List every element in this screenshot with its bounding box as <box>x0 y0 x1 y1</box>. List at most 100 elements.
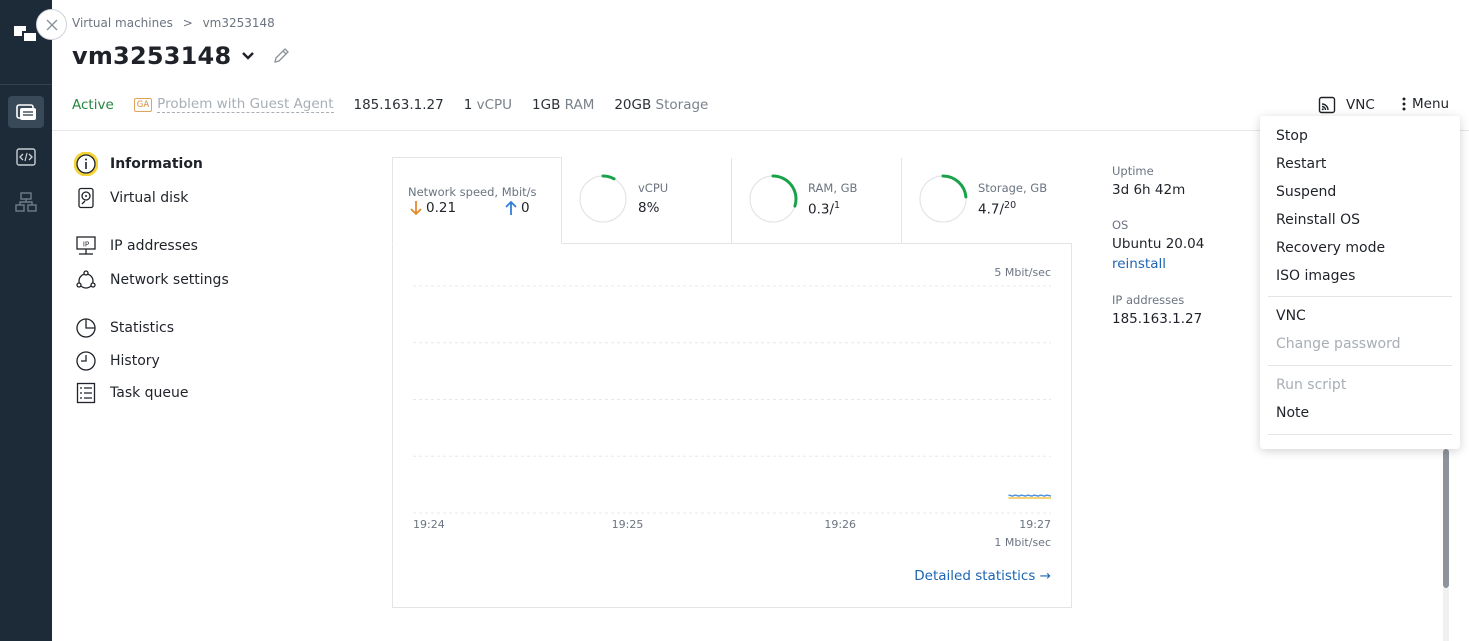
menu-divider <box>1268 434 1452 435</box>
scrollbar-track[interactable] <box>1443 588 1449 641</box>
close-panel-button[interactable] <box>36 9 67 40</box>
ram-gauge <box>749 174 798 223</box>
nav-item-ip-addresses[interactable]: IP IP addresses <box>74 234 198 258</box>
network-chart: 5 Mbit/sec 19:24 19:25 19:26 19:27 1 Mbit/s… <box>393 244 1071 607</box>
tab-vcpu[interactable]: vCPU 8% <box>562 158 732 244</box>
menu-item-suspend[interactable]: Suspend <box>1276 184 1336 200</box>
nav-item-statistics[interactable]: Statistics <box>74 316 174 340</box>
cpu-gauge <box>579 174 627 223</box>
vm-status-bar: Active GA Problem with Guest Agent 185.1… <box>72 96 728 113</box>
arrow-up-icon <box>505 200 517 215</box>
breadcrumb-current: vm3253148 <box>202 16 275 30</box>
menu-divider <box>1268 296 1452 297</box>
cast-icon <box>1318 96 1336 114</box>
chevron-down-icon[interactable] <box>241 51 255 61</box>
ip-address-value: 185.163.1.27 <box>1112 311 1203 327</box>
detailed-statistics-link[interactable]: Detailed statistics → <box>914 568 1051 584</box>
menu-button[interactable]: Menu <box>1402 96 1449 112</box>
chart-series-line <box>1008 494 1052 497</box>
vcpu-title: vCPU <box>638 181 669 195</box>
network-icon <box>76 270 96 289</box>
status-ip: 185.163.1.27 <box>353 96 444 113</box>
svg-text:IP: IP <box>83 241 89 249</box>
app-sidebar <box>0 0 52 641</box>
metrics-card: Network speed, Mbit/s 0.21 0 vCPU 8% RAM… <box>392 157 1072 608</box>
rail-code-button[interactable] <box>8 141 44 173</box>
cpu-gauge-arc <box>601 174 616 181</box>
edit-pencil-icon[interactable] <box>271 46 291 66</box>
nav-item-network-settings[interactable]: Network settings <box>74 268 229 292</box>
nav-item-information[interactable]: Information <box>74 152 203 176</box>
chart-y-top-label: 5 Mbit/sec <box>994 266 1051 279</box>
nav-label: Statistics <box>110 320 174 336</box>
nav-label: Task queue <box>110 385 189 401</box>
os-value: Ubuntu 20.04 <box>1112 236 1205 252</box>
uptime-label: Uptime <box>1112 164 1154 178</box>
page-title: vm3253148 <box>72 42 232 70</box>
os-label: OS <box>1112 218 1129 232</box>
vnc-label: VNC <box>1346 97 1375 113</box>
breadcrumb-separator: > <box>182 16 193 30</box>
vcpu-value: 8% <box>638 200 660 216</box>
menu-item-restart[interactable]: Restart <box>1276 156 1326 172</box>
storage-title: Storage, GB <box>978 181 1048 195</box>
nav-label: History <box>110 353 160 369</box>
status-badge: Active <box>72 96 114 113</box>
nav-item-virtual-disk[interactable]: Virtual disk <box>74 186 188 210</box>
breadcrumb-root-link[interactable]: Virtual machines <box>72 16 173 30</box>
ip-icon: IP <box>76 236 96 255</box>
rail-network-button[interactable] <box>8 186 44 218</box>
chart-x-tick-label: 19:24 <box>413 518 445 531</box>
rail-divider <box>0 84 52 85</box>
upload-speed: 0 <box>505 200 530 216</box>
menu-item-run-script: Run script <box>1276 377 1347 393</box>
list-icon <box>76 382 96 404</box>
vnc-button[interactable]: VNC <box>1318 96 1375 114</box>
close-icon <box>46 19 57 30</box>
tab-network-speed[interactable]: Network speed, Mbit/s 0.21 0 <box>392 157 562 244</box>
clock-icon <box>76 351 96 371</box>
menu-label: Menu <box>1412 96 1450 112</box>
title-row: vm3253148 <box>72 42 291 70</box>
storage-gauge <box>919 174 968 223</box>
rail-vm-button[interactable] <box>8 96 44 128</box>
nav-label: IP addresses <box>110 238 198 254</box>
ram-title: RAM, GB <box>808 181 858 195</box>
uptime-value: 3d 6h 42m <box>1112 182 1186 198</box>
menu-item-iso-images[interactable]: ISO images <box>1276 268 1355 284</box>
storage-gauge-arc <box>941 174 968 199</box>
menu-item-note[interactable]: Note <box>1276 405 1309 421</box>
disk-icon <box>78 187 94 209</box>
actions-dropdown-menu: Stop Restart Suspend Reinstall OS Recove… <box>1260 116 1460 449</box>
chart-x-tick-label: 19:26 <box>824 518 857 531</box>
server-icon <box>16 104 36 120</box>
nav-item-history[interactable]: History <box>74 349 160 373</box>
chart-x-tick-label: 19:27 <box>1019 518 1051 531</box>
menu-item-vnc[interactable]: VNC <box>1276 308 1306 324</box>
chart-plot <box>413 285 1052 514</box>
network-speed-title: Network speed, Mbit/s <box>408 185 537 199</box>
nav-label: Information <box>110 156 203 172</box>
menu-divider <box>1268 365 1452 366</box>
nav-item-task-queue[interactable]: Task queue <box>74 381 189 405</box>
ip-addresses-label: IP addresses <box>1112 293 1185 307</box>
tab-ram[interactable]: RAM, GB 0.3/1 <box>732 158 902 244</box>
header-divider <box>52 130 1469 131</box>
tab-storage[interactable]: Storage, GB 4.7/20 <box>902 158 1072 244</box>
kebab-menu-icon <box>1402 97 1406 111</box>
menu-item-stop[interactable]: Stop <box>1276 128 1308 144</box>
menu-item-reinstall-os[interactable]: Reinstall OS <box>1276 212 1360 228</box>
nav-label: Virtual disk <box>110 190 189 206</box>
status-storage: 20GB Storage <box>614 96 709 113</box>
reinstall-link[interactable]: reinstall <box>1112 256 1166 272</box>
scrollbar-thumb[interactable] <box>1443 449 1449 588</box>
guest-agent-warning[interactable]: Problem with Guest Agent <box>157 96 334 113</box>
chart-x-tick-label: 19:25 <box>611 518 644 531</box>
download-speed: 0.21 <box>410 200 456 216</box>
menu-item-recovery-mode[interactable]: Recovery mode <box>1276 240 1385 256</box>
code-icon <box>16 148 36 166</box>
status-ram: 1GB RAM <box>532 96 595 113</box>
guest-agent-badge: GA <box>133 97 153 112</box>
menu-item-change-password: Change password <box>1276 336 1401 352</box>
nav-label: Network settings <box>110 272 229 288</box>
